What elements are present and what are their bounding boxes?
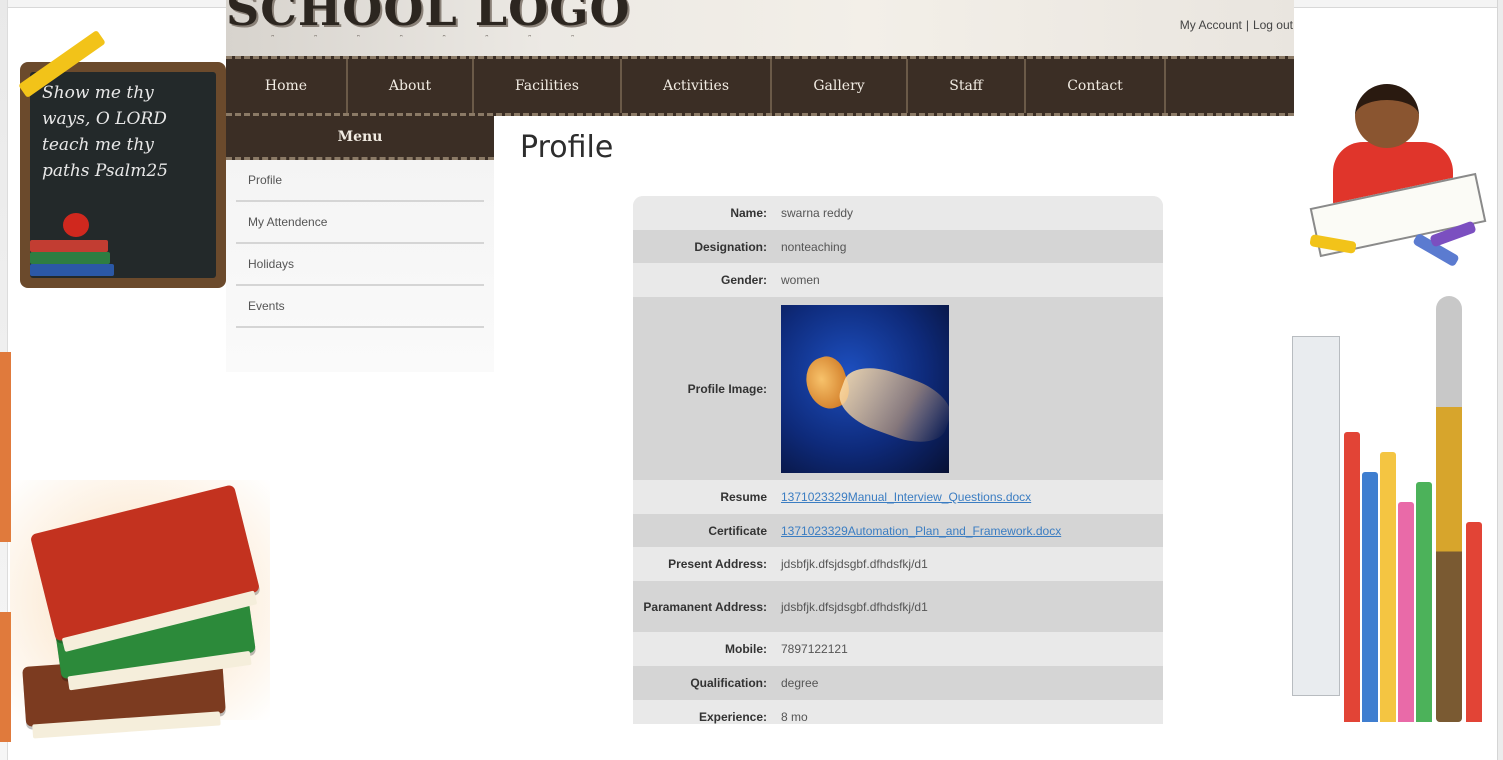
field-label: Profile Image:	[687, 381, 767, 396]
pencil-illustration	[1362, 472, 1378, 722]
pencil-illustration	[1466, 522, 1482, 722]
nav-item-facilities[interactable]: Facilities	[474, 59, 622, 113]
field-label: Mobile:	[725, 642, 767, 656]
profile-row-gender: Gender: women	[633, 263, 1163, 297]
menu-item-attendance[interactable]: My Attendence	[236, 202, 484, 244]
pencil-illustration	[1398, 502, 1414, 722]
field-value: jdsbfjk.dfsjdsgbf.dfhdsfkj/d1	[781, 557, 928, 571]
field-value	[781, 304, 1163, 473]
field-label: Certificate	[708, 523, 767, 538]
field-value: 7897122121	[781, 642, 848, 656]
school-logo[interactable]: SCHOOL LOGO	[226, 0, 631, 36]
field-label: Resume	[720, 490, 767, 504]
menu-title: Menu	[226, 116, 494, 160]
field-value: degree	[781, 676, 819, 690]
book-illustration	[30, 264, 114, 276]
profile-row-mobile: Mobile: 7897122121	[633, 632, 1163, 666]
profile-row-qualification: Qualification: degree	[633, 666, 1163, 700]
side-menu: Menu Profile My Attendence Holidays Even…	[226, 116, 494, 372]
field-label: Name:	[730, 206, 767, 220]
logo-decoration: ᵔ ᵔ ᵔ ᵔ ᵔ ᵔ ᵔ ᵔ	[270, 34, 592, 44]
account-links: My Account | Log out	[1180, 18, 1293, 32]
field-value: jdsbfjk.dfsjdsgbf.dfhdsfkj/d1	[781, 599, 928, 614]
profile-details-table: Name: swarna reddy Designation: nonteach…	[633, 196, 1163, 724]
book-illustration	[30, 252, 110, 264]
profile-row-certificate: Certificate 1371023329Automation_Plan_an…	[633, 514, 1163, 547]
field-value: nonteaching	[781, 239, 847, 254]
log-out-link[interactable]: Log out	[1253, 18, 1293, 32]
nav-item-about[interactable]: About	[348, 59, 474, 113]
my-account-link[interactable]: My Account	[1180, 18, 1242, 32]
nav-item-staff[interactable]: Staff	[908, 59, 1026, 113]
profile-row-resume: Resume 1371023329Manual_Interview_Questi…	[633, 480, 1163, 514]
profile-image[interactable]	[781, 304, 949, 473]
field-value: women	[781, 273, 820, 287]
main-nav: Home About Facilities Activities Gallery…	[226, 56, 1294, 116]
profile-row-present-address: Present Address: jdsbfjk.dfsjdsgbf.dfhds…	[633, 547, 1163, 581]
field-value: swarna reddy	[781, 206, 854, 220]
nav-item-contact[interactable]: Contact	[1026, 59, 1166, 113]
apple-illustration	[63, 213, 89, 237]
ruler-illustration	[1292, 336, 1340, 696]
profile-row-image: Profile Image:	[633, 297, 1163, 480]
field-label: Present Address:	[668, 557, 767, 571]
page-title: Profile	[520, 130, 614, 165]
paintbrush-illustration	[1436, 296, 1462, 722]
nav-item-gallery[interactable]: Gallery	[772, 59, 908, 113]
link-separator: |	[1245, 18, 1249, 32]
nav-item-home[interactable]: Home	[226, 59, 348, 113]
field-label: Qualification:	[690, 676, 767, 690]
profile-row-designation: Designation: nonteaching	[633, 230, 1163, 263]
menu-item-holidays[interactable]: Holidays	[236, 244, 484, 286]
menu-item-events[interactable]: Events	[236, 286, 484, 328]
pencil-illustration	[1380, 452, 1396, 722]
field-value: 8 mo	[781, 710, 808, 724]
art-supplies-illustration	[1292, 296, 1498, 722]
pencil-illustration	[1416, 482, 1432, 722]
field-label: Designation:	[694, 239, 767, 254]
menu-item-profile[interactable]: Profile	[236, 160, 484, 202]
field-label: Experience:	[698, 710, 767, 724]
field-label: Gender:	[720, 273, 767, 287]
profile-row-experience: Experience: 8 mo	[633, 700, 1163, 724]
nav-item-activities[interactable]: Activities	[622, 59, 772, 113]
profile-row-permanent-address: Paramanent Address: jdsbfjk.dfsjdsgbf.df…	[633, 581, 1163, 632]
pencil-illustration	[1344, 432, 1360, 722]
book-illustration	[30, 240, 108, 252]
certificate-link[interactable]: 1371023329Automation_Plan_and_Framework.…	[781, 524, 1163, 538]
resume-link[interactable]: 1371023329Manual_Interview_Questions.doc…	[781, 490, 1163, 504]
profile-row-name: Name: swarna reddy	[633, 196, 1163, 230]
field-label: Paramanent Address:	[643, 599, 767, 614]
